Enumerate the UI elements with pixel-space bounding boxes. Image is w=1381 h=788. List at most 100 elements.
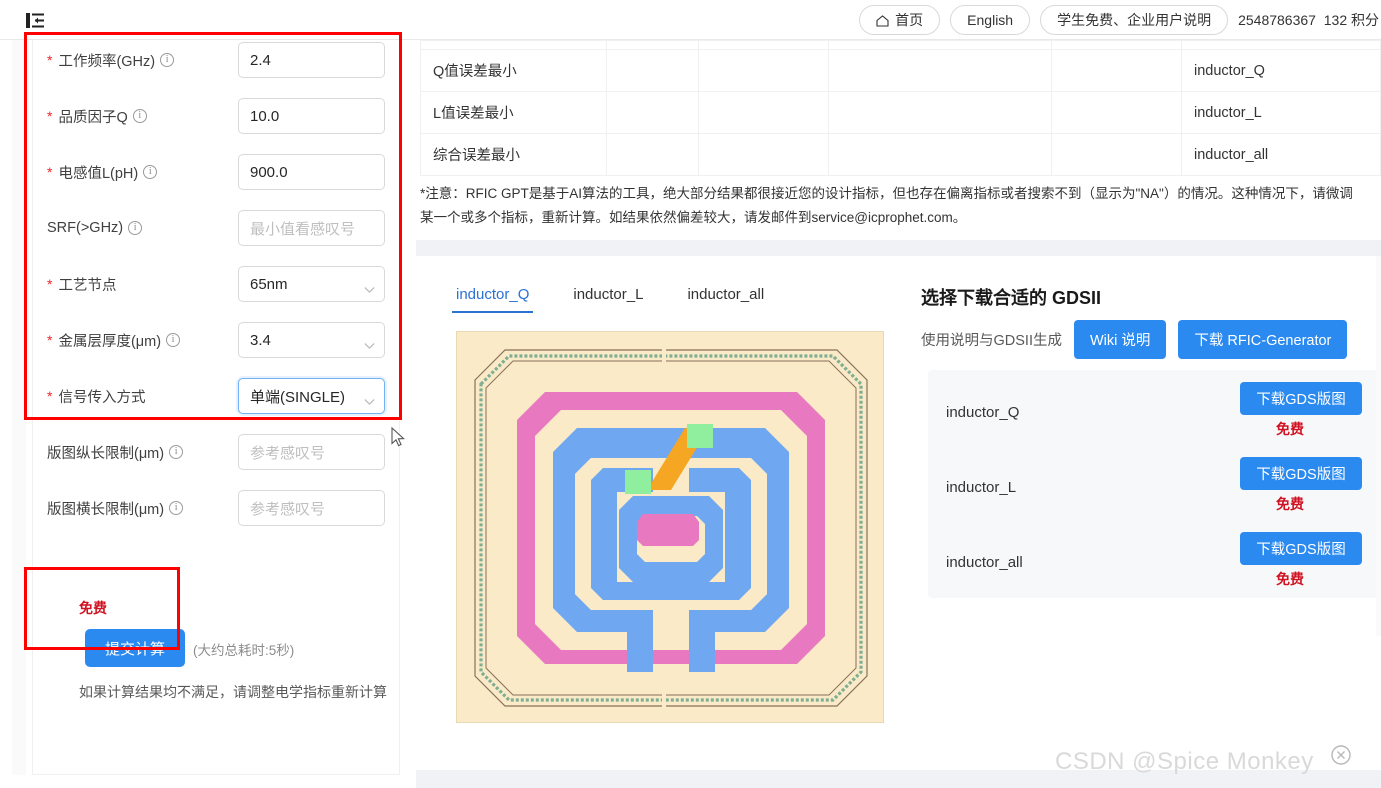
label-srf: SRF(>GHz) i xyxy=(33,220,238,236)
table-header-row-clipped xyxy=(420,40,1381,50)
gdsii-doc-label: 使用说明与GDSII生成 xyxy=(921,333,1062,349)
cell-c3 xyxy=(698,49,829,92)
home-button[interactable]: 首页 xyxy=(859,5,941,35)
gdsii-panel-title: 选择下载合适的 GDSII xyxy=(921,288,1102,308)
cell-criterion: 综合误差最小 xyxy=(420,133,607,176)
label-text: 工作频率(GHz) xyxy=(58,53,156,70)
table-row[interactable]: Q值误差最小 inductor_Q xyxy=(420,49,1381,92)
label-text: 版图纵长限制(μm) xyxy=(47,445,165,462)
form-row-signal-mode: * 信号传入方式 单端(SINGLE) xyxy=(33,368,401,424)
user-account-info[interactable]: 2548786367 132 积分 xyxy=(1238,10,1381,30)
cell-c4 xyxy=(828,91,1052,134)
form-row-q-factor: * 品质因子Q i 10.0 xyxy=(33,88,401,144)
input-value: 10.0 xyxy=(250,107,280,125)
form-row-inductance: * 电感值L(pH) i 900.0 xyxy=(33,144,401,200)
info-icon[interactable]: i xyxy=(169,445,184,459)
input-srf[interactable]: 最小值看感叹号 xyxy=(238,210,385,246)
chevron-down-icon xyxy=(364,393,375,406)
info-icon[interactable]: i xyxy=(128,221,143,235)
results-table-wrapper: Q值误差最小 inductor_Q L值误差最小 inductor_L 综合误差… xyxy=(420,40,1381,176)
chevron-down-icon xyxy=(364,281,375,294)
download-price: 免费 xyxy=(1276,496,1304,512)
label-text: 版图横长限制(μm) xyxy=(47,501,165,518)
cell-c3 xyxy=(698,133,829,176)
free-badge: 免费 xyxy=(79,600,107,616)
chevron-down-icon xyxy=(364,337,375,350)
input-vertical-limit[interactable]: 参考感叹号 xyxy=(238,434,385,470)
select-value: 单端(SINGLE) xyxy=(250,388,346,406)
input-placeholder: 参考感叹号 xyxy=(250,444,326,462)
info-icon[interactable]: i xyxy=(160,53,175,67)
table-row[interactable]: 综合误差最小 inductor_all xyxy=(420,133,1381,176)
header-actions: 首页 English 学生免费、企业用户说明 2548786367 132 积分 xyxy=(859,5,1381,35)
english-button[interactable]: English xyxy=(950,5,1031,35)
download-gds-button[interactable]: 下载GDS版图 xyxy=(1240,382,1362,415)
cell-criterion: L值误差最小 xyxy=(420,91,607,134)
label-q-factor: * 品质因子Q i xyxy=(33,106,238,127)
inductor-layout-image xyxy=(456,331,884,723)
download-gds-button[interactable]: 下载GDS版图 xyxy=(1240,532,1362,565)
form-row-metal-thickness: * 金属层厚度(μm) i 3.4 xyxy=(33,312,401,368)
cell-c2 xyxy=(606,91,699,134)
download-gds-button[interactable]: 下载GDS版图 xyxy=(1240,457,1362,490)
input-value: 900.0 xyxy=(250,163,288,181)
parameter-form-panel: * 工作频率(GHz) i 2.4 * 品质因子Q i 10.0 * 电感值L(… xyxy=(32,40,400,775)
layout-tabs: inductor_Q inductor_L inductor_all xyxy=(434,278,786,313)
tab-inductor-q[interactable]: inductor_Q xyxy=(434,278,551,313)
input-placeholder: 最小值看感叹号 xyxy=(250,220,356,238)
input-value: 2.4 xyxy=(250,51,271,69)
mouse-cursor xyxy=(391,426,407,449)
download-generator-button[interactable]: 下载 RFIC-Generator xyxy=(1178,320,1348,359)
input-inductance[interactable]: 900.0 xyxy=(238,154,385,190)
select-process-node[interactable]: 65nm xyxy=(238,266,385,302)
download-item-name: inductor_Q xyxy=(946,404,1020,421)
input-horizontal-limit[interactable]: 参考感叹号 xyxy=(238,490,385,526)
required-star: * xyxy=(47,164,53,180)
cell-name: inductor_L xyxy=(1181,91,1381,134)
cell-name: inductor_all xyxy=(1181,133,1381,176)
label-vertical-limit: 版图纵长限制(μm) i xyxy=(33,442,238,463)
user-points: 132 积分 xyxy=(1323,12,1379,28)
app-root: 首页 English 学生免费、企业用户说明 2548786367 132 积分… xyxy=(0,0,1381,788)
collapse-menu-icon[interactable] xyxy=(26,13,44,28)
input-q-factor[interactable]: 10.0 xyxy=(238,98,385,134)
home-icon xyxy=(876,14,889,27)
download-row-inductor-all: inductor_all 下载GDS版图 免费 xyxy=(928,528,1381,604)
tab-inductor-l[interactable]: inductor_L xyxy=(551,278,665,311)
input-placeholder: 参考感叹号 xyxy=(250,500,326,518)
download-price: 免费 xyxy=(1276,421,1304,437)
select-metal-thickness[interactable]: 3.4 xyxy=(238,322,385,358)
cell-c2 xyxy=(606,133,699,176)
right-scrollbar[interactable] xyxy=(1376,256,1381,636)
form-row-process-node: * 工艺节点 65nm xyxy=(33,256,401,312)
label-text: 金属层厚度(μm) xyxy=(58,333,162,350)
input-frequency[interactable]: 2.4 xyxy=(238,42,385,78)
tab-inductor-all[interactable]: inductor_all xyxy=(665,278,786,311)
home-label: 首页 xyxy=(895,12,924,28)
submit-calculate-button[interactable]: 提交计算 xyxy=(85,629,185,667)
required-star: * xyxy=(47,332,53,348)
adjust-hint-text: 如果计算结果均不满足，请调整电学指标重新计算 xyxy=(79,684,387,700)
form-row-vertical-limit: 版图纵长限制(μm) i 参考感叹号 xyxy=(33,424,401,480)
student-enterprise-button[interactable]: 学生免费、企业用户说明 xyxy=(1040,5,1229,35)
cell-c5 xyxy=(1051,49,1182,92)
info-icon[interactable]: i xyxy=(132,109,147,123)
close-circle-icon[interactable] xyxy=(1330,744,1352,766)
wiki-doc-button[interactable]: Wiki 说明 xyxy=(1073,320,1167,359)
cell-c4 xyxy=(828,49,1052,92)
label-text: 工艺节点 xyxy=(58,277,117,294)
info-icon[interactable]: i xyxy=(143,165,158,179)
user-id: 2548786367 xyxy=(1238,12,1316,28)
results-table: Q值误差最小 inductor_Q L值误差最小 inductor_L 综合误差… xyxy=(420,40,1381,176)
info-icon[interactable]: i xyxy=(166,333,181,347)
download-item-name: inductor_all xyxy=(946,554,1023,571)
download-price: 免费 xyxy=(1276,571,1304,587)
table-row[interactable]: L值误差最小 inductor_L xyxy=(420,91,1381,134)
required-star: * xyxy=(47,276,53,292)
info-icon[interactable]: i xyxy=(169,501,184,515)
left-scrollbar[interactable] xyxy=(12,40,26,775)
label-metal-thickness: * 金属层厚度(μm) i xyxy=(33,330,238,351)
label-horizontal-limit: 版图横长限制(μm) i xyxy=(33,498,238,519)
layout-preview-panel: inductor_Q inductor_L inductor_all xyxy=(416,256,916,756)
select-signal-mode[interactable]: 单端(SINGLE) xyxy=(238,378,385,414)
